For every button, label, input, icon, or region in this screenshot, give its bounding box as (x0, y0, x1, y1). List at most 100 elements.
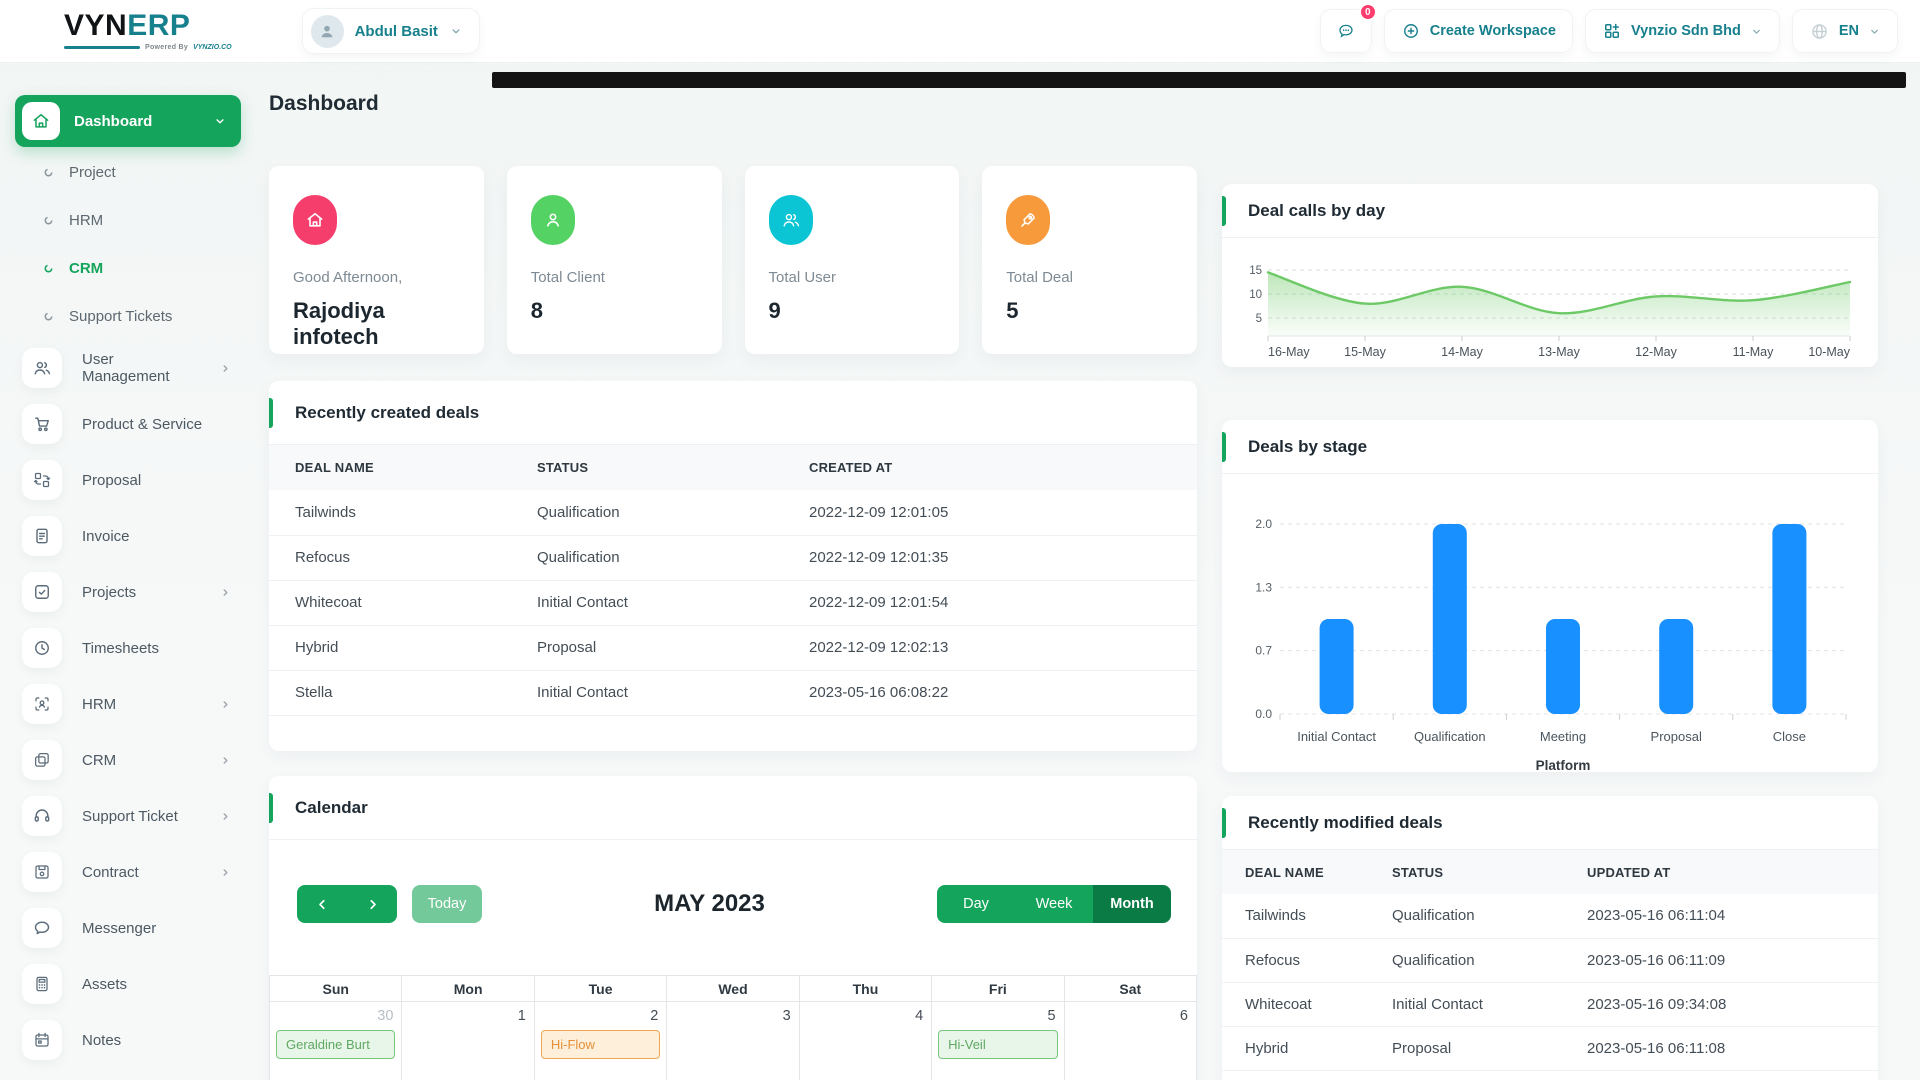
recently-modified-deals-panel: Recently modified deals DEAL NAME STATUS U… (1222, 796, 1878, 1080)
dot-circle-icon (43, 215, 54, 226)
assets-icon (22, 964, 62, 1004)
sidebar-item-product-service[interactable]: Product & Service (15, 396, 258, 452)
table-cell: Qualification (537, 535, 809, 581)
calendar-view-month[interactable]: Month (1093, 885, 1171, 923)
chevron-right-icon (219, 586, 232, 599)
table-row[interactable]: Hybrid Proposal 2022-12-09 12:02:13 (269, 625, 1197, 671)
notes-icon (22, 1020, 62, 1060)
day-number: 1 (517, 1008, 526, 1024)
accent-bar (269, 397, 273, 428)
sidebar-item-messenger[interactable]: Messenger (15, 900, 258, 956)
sidebar-subitem-support-tickets[interactable]: Support Tickets (15, 292, 258, 340)
calendar-day-cell[interactable]: 4 (800, 1002, 933, 1080)
sidebar-item-crm[interactable]: CRM (15, 732, 258, 788)
logo-rule (64, 46, 140, 49)
table-row[interactable]: Hybrid Proposal 2023-05-16 06:11:08 (1222, 1026, 1878, 1071)
table-row[interactable]: Tailwinds Qualification 2022-12-09 12:01:0… (269, 490, 1197, 536)
weekday-header-wed: Wed (667, 976, 800, 1002)
weekday-header-sat: Sat (1064, 976, 1197, 1002)
hrm-icon (22, 684, 62, 724)
stat-value: 9 (768, 298, 781, 323)
chat-button[interactable]: 0 (1319, 3, 1377, 53)
panel-title: Calendar (295, 797, 368, 817)
calendar-panel: Calendar Today MAY 2023 Day Week Month Sun… (269, 776, 1197, 1080)
svg-text:11-May: 11-May (1733, 345, 1775, 359)
top-header: VYNERP Powered By VYNZIO.CO Abdul Basit … (0, 0, 1920, 62)
calendar-day-cell[interactable]: 1 (402, 1002, 535, 1080)
cart-icon (22, 404, 62, 444)
svg-text:Qualification: Qualification (1414, 729, 1486, 744)
stat-label: Good Afternoon, (293, 269, 403, 286)
next-month-button[interactable] (365, 897, 380, 912)
user-menu[interactable]: Abdul Basit (301, 8, 480, 54)
day-number: 3 (782, 1008, 791, 1024)
sidebar-item-label: Dashboard (74, 112, 153, 130)
stat-card-total-deal: Total Deal 5 (982, 166, 1197, 354)
workspace-grid-icon (1605, 23, 1620, 38)
sidebar-item-contract[interactable]: Contract (15, 844, 258, 900)
recently-created-deals-panel: Recently created deals DEAL NAME STATUS CR… (269, 381, 1197, 751)
table-cell: Qualification (1392, 894, 1587, 939)
workspace-selector[interactable]: Vynzio Sdn Bhd (1585, 9, 1780, 53)
sidebar: Dashboard Project HRM CRM Support Tickets U… (0, 62, 258, 1068)
svg-text:0.0: 0.0 (1255, 707, 1272, 721)
calendar-event-hi-flow[interactable]: Hi-Flow (540, 1030, 661, 1059)
table-row[interactable]: Refocus Qualification 2023-05-16 06:11:09 (1222, 938, 1878, 983)
table-row[interactable]: Tailwinds Qualification 2023-05-16 06:11:0… (1222, 894, 1878, 939)
deal-calls-area-chart: 15 10 5 16-May 15-May 14-May 13-May 12-May 11-Ma… (1249, 265, 1852, 359)
calendar-view-week[interactable]: Week (1015, 885, 1093, 923)
sidebar-item-hrm[interactable]: HRM (15, 676, 258, 732)
sidebar-item-assets[interactable]: Assets (15, 956, 258, 1012)
calendar-day-cell[interactable]: 2 Hi-Flow (535, 1002, 668, 1080)
table-row[interactable]: Refocus Qualification 2022-12-09 12:01:35 (269, 535, 1197, 581)
svg-text:10: 10 (1249, 289, 1262, 301)
table-cell: Initial Contact (1392, 982, 1587, 1027)
calendar-event-geraldine-burt[interactable]: Geraldine Burt (276, 1030, 396, 1059)
sidebar-subitem-crm[interactable]: CRM (15, 244, 258, 292)
stat-label: Total Client (530, 269, 605, 286)
sidebar-item-support-ticket[interactable]: Support Ticket (15, 788, 258, 844)
day-number: 2 (650, 1008, 659, 1024)
main-content: Dashboard Good Afternoon, Rajodiya infot… (269, 62, 1197, 1080)
sidebar-item-dashboard[interactable]: Dashboard (15, 95, 241, 147)
calendar-day-cell[interactable]: 3 (667, 1002, 800, 1080)
sidebar-item-label: Messenger (82, 919, 157, 937)
table-cell: Hybrid (269, 625, 537, 671)
clock-icon (22, 628, 62, 668)
table-body: Tailwinds Qualification 2022-12-09 12:01:0… (269, 490, 1197, 716)
table-cell: Qualification (537, 490, 809, 536)
calendar-event-hi-veil[interactable]: Hi-Veil (938, 1030, 1058, 1059)
table-cell: 2023-05-16 09:34:08 (1587, 982, 1878, 1027)
calendar-day-cell[interactable]: 30 Geraldine Burt (270, 1002, 403, 1080)
sidebar-subitem-label: HRM (69, 211, 104, 229)
table-row[interactable]: Whitecoat Initial Contact 2022-12-09 12:01… (269, 580, 1197, 626)
svg-text:Platform: Platform (1536, 758, 1591, 770)
calendar-day-cell[interactable]: 5 Hi-Veil (932, 1002, 1065, 1080)
day-number: 4 (915, 1008, 924, 1024)
table-row[interactable]: Stella Initial Contact 2023-05-16 06:08:22 (269, 670, 1197, 716)
language-selector[interactable]: EN (1791, 9, 1898, 53)
sidebar-subitem-label: Support Tickets (69, 307, 173, 325)
table-row[interactable]: Whitecoat Initial Contact 2023-05-16 09:34… (1222, 982, 1878, 1027)
sidebar-subitem-project[interactable]: Project (15, 148, 258, 196)
calendar-view-day[interactable]: Day (937, 885, 1015, 923)
table-cell: Hybrid (1222, 1026, 1392, 1071)
sidebar-item-projects[interactable]: Projects (15, 564, 258, 620)
calendar-day-cell[interactable]: 6 (1065, 1002, 1197, 1080)
sidebar-subitem-hrm[interactable]: HRM (15, 196, 258, 244)
users-icon (768, 195, 813, 245)
sidebar-item-user-management[interactable]: User Management (15, 340, 258, 396)
create-workspace-button[interactable]: Create Workspace (1383, 9, 1574, 53)
sidebar-item-timesheets[interactable]: Timesheets (15, 620, 258, 676)
sidebar-item-label: CRM (82, 751, 117, 769)
table-cell: Whitecoat (269, 580, 537, 626)
prev-month-button[interactable] (315, 897, 330, 912)
deals-by-stage-panel: Deals by stage 2.0 1.3 0.7 0.0 Initial Conta… (1222, 420, 1878, 773)
logo-text-vyn: VYN (64, 9, 128, 42)
weekday-header-sun: Sun (270, 976, 403, 1002)
sidebar-item-invoice[interactable]: Invoice (15, 508, 258, 564)
sidebar-item-notes[interactable]: Notes (15, 1012, 258, 1068)
today-button[interactable]: Today (412, 885, 482, 923)
table-cell: Qualification (1392, 938, 1587, 983)
sidebar-item-proposal[interactable]: Proposal (15, 452, 258, 508)
